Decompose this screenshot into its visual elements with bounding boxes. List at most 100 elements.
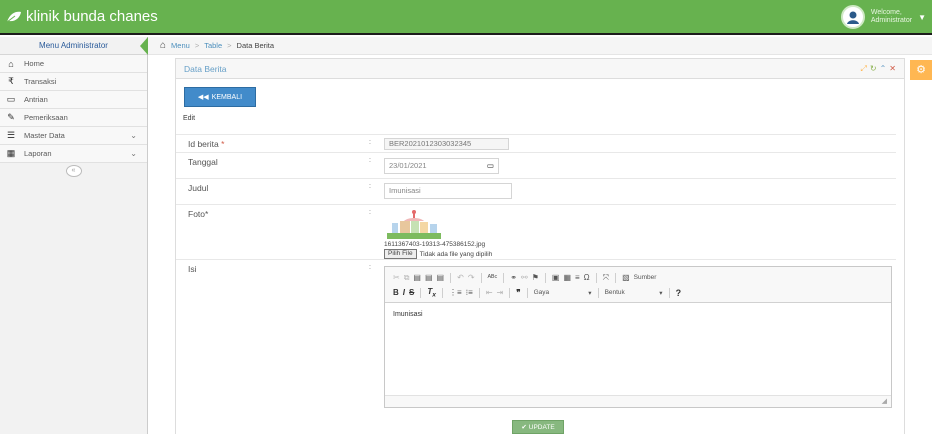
back-button[interactable]: ◀◀ KEMBALI (184, 87, 256, 107)
paste-icon[interactable]: ▤ (413, 273, 421, 282)
editor-toolbar: ✂ ⧉ ▤ ▤ ▤ ↶ ↷ ᴬᴮᶜ ⚭ ⚯ ⚑ ▣ ▦ ≡ Ω ⤧ ▧ Sumb… (385, 267, 891, 303)
foto-label: Foto* (188, 209, 209, 219)
judul-field[interactable]: Imunisasi (384, 183, 512, 199)
id-berita-field[interactable]: BER2021012303032345 (384, 138, 509, 150)
blockquote-icon[interactable]: ❞ (516, 288, 520, 297)
format-dropdown[interactable]: Bentuk ▾ (605, 289, 663, 297)
breadcrumb-item-menu[interactable]: Menu (171, 41, 190, 50)
strikethrough-icon[interactable]: S (409, 288, 414, 297)
calendar-icon: ▦ (6, 148, 16, 158)
welcome-label: Welcome, (870, 9, 902, 16)
help-icon[interactable]: ? (676, 288, 682, 298)
brand[interactable]: klinik bunda chanes (6, 8, 158, 25)
spellcheck-icon[interactable]: ᴬᴮᶜ (488, 273, 498, 282)
tanggal-label: Tanggal (188, 157, 218, 167)
form-mode-label: Edit (183, 115, 196, 122)
colon: : (369, 139, 371, 146)
sidebar: Menu Administrator ⌂ Home ₹ Transaksi ▭ … (0, 37, 148, 434)
double-left-arrow-icon: ◀◀ (197, 94, 209, 101)
sidebar-item-pemeriksaan[interactable]: ✎ Pemeriksaan (0, 109, 147, 127)
caret-down-icon[interactable]: ▼ (918, 13, 926, 22)
reload-icon[interactable]: ↻ (870, 59, 877, 79)
sidebar-header-label: Menu Administrator (39, 41, 108, 50)
colon: : (369, 209, 371, 216)
italic-icon[interactable]: I (403, 288, 405, 297)
colon: : (369, 183, 371, 190)
form-row-judul: Judul : Imunisasi (176, 178, 896, 204)
breadcrumb-separator: > (194, 41, 200, 50)
cut-icon[interactable]: ✂ (393, 273, 400, 282)
style-dropdown[interactable]: Gaya ▾ (534, 289, 592, 297)
sidebar-collapse-button[interactable]: « (65, 165, 82, 177)
home-icon: ⌂ (8, 58, 14, 69)
no-file-text: Tidak ada file yang dipilih (419, 250, 493, 258)
sidebar-arrow-icon (140, 37, 148, 55)
update-button[interactable]: ✔ UPDATE (512, 420, 564, 434)
remove-format-icon[interactable]: Tx (427, 287, 436, 299)
bold-icon[interactable]: B (393, 288, 399, 297)
box-tools: ⤢ ↻ ⌃ ✕ (860, 59, 896, 79)
user-menu[interactable]: Welcome, Administrator ▼ (840, 4, 926, 30)
source-button[interactable]: Sumber (634, 274, 657, 281)
user-name: Administrator (870, 17, 913, 24)
expand-icon[interactable]: ⤢ (860, 59, 866, 79)
tanggal-date-field[interactable]: 23/01/2021 ▭ (384, 158, 499, 174)
form-row-foto: Foto* : 1611367403-19313-475386152.jpg P… (176, 204, 896, 259)
photo-filename: 1611367403-19313-475386152.jpg (384, 241, 486, 248)
isi-label: Isi (188, 264, 197, 274)
paste-text-icon[interactable]: ▤ (425, 273, 433, 282)
breadcrumb-item-table[interactable]: Table (204, 41, 222, 50)
special-char-icon[interactable]: Ω (584, 273, 590, 282)
copy-icon[interactable]: ⧉ (404, 273, 410, 283)
resize-handle-icon[interactable]: ◢ (882, 397, 887, 405)
back-button-label: KEMBALI (211, 93, 243, 101)
monitor-icon: ▭ (6, 94, 16, 104)
chevron-up-icon[interactable]: ⌃ (880, 59, 887, 79)
editor-content-area[interactable]: Imunisasi (385, 303, 891, 395)
id-berita-label: Id berita * (188, 139, 225, 149)
sidebar-item-label: Antrian (24, 95, 48, 104)
tanggal-value: 23/01/2021 (389, 161, 427, 170)
sidebar-item-transaksi[interactable]: ₹ Transaksi (0, 73, 147, 91)
update-button-label: UPDATE (528, 423, 555, 431)
close-icon[interactable]: ✕ (889, 59, 896, 79)
bulleted-list-icon[interactable]: ⁝≡ (466, 288, 473, 297)
calendar-icon[interactable]: ▭ (487, 159, 494, 173)
maximize-icon[interactable]: ⤧ (603, 273, 609, 283)
form-row-id-berita: Id berita * : BER2021012303032345 (176, 134, 896, 152)
indent-icon[interactable]: ⇥ (497, 288, 504, 297)
sidebar-item-laporan[interactable]: ▦ Laporan ⌄ (0, 145, 147, 163)
unlink-icon[interactable]: ⚯ (521, 273, 528, 282)
colon: : (369, 264, 371, 271)
check-icon: ✔ (521, 424, 527, 431)
judul-label: Judul (188, 183, 209, 193)
source-icon[interactable]: ▧ (622, 273, 630, 282)
table-icon[interactable]: ▦ (563, 273, 571, 282)
editor-toolbar-row-2: B I S Tx ⋮≡ ⁝≡ ⇤ ⇥ ❞ Gaya ▾ Bentuk ▾ ? (393, 285, 883, 300)
sidebar-item-master-data[interactable]: ☰ Master Data ⌄ (0, 127, 147, 145)
sidebar-item-antrian[interactable]: ▭ Antrian (0, 91, 147, 109)
colon: : (369, 157, 371, 164)
settings-gear-icon[interactable]: ⚙ (910, 60, 932, 80)
top-navbar: klinik bunda chanes Welcome, Administrat… (0, 0, 932, 35)
box-title: Data Berita (184, 64, 227, 74)
sidebar-item-label: Pemeriksaan (24, 113, 68, 122)
undo-icon[interactable]: ↶ (457, 273, 464, 282)
sidebar-item-label: Home (24, 59, 45, 68)
image-icon[interactable]: ▣ (552, 273, 560, 282)
choose-file-button[interactable]: Pilih File (384, 249, 417, 259)
outdent-icon[interactable]: ⇤ (486, 288, 493, 297)
paste-word-icon[interactable]: ▤ (437, 273, 445, 282)
link-icon[interactable]: ⚭ (510, 273, 517, 282)
anchor-icon[interactable]: ⚑ (532, 273, 539, 282)
rich-text-editor: ✂ ⧉ ▤ ▤ ▤ ↶ ↷ ᴬᴮᶜ ⚭ ⚯ ⚑ ▣ ▦ ≡ Ω ⤧ ▧ Sumb… (384, 266, 892, 408)
box-header: Data Berita ⤢ ↻ ⌃ ✕ (176, 59, 904, 79)
redo-icon[interactable]: ↷ (468, 273, 475, 282)
sidebar-item-home[interactable]: ⌂ Home (0, 55, 147, 73)
sidebar-item-label: Transaksi (24, 77, 57, 86)
horizontal-rule-icon[interactable]: ≡ (575, 273, 580, 282)
sidebar-item-label: Laporan (24, 149, 52, 158)
numbered-list-icon[interactable]: ⋮≡ (449, 288, 462, 297)
avatar[interactable] (840, 5, 865, 29)
leaf-icon (6, 11, 21, 22)
